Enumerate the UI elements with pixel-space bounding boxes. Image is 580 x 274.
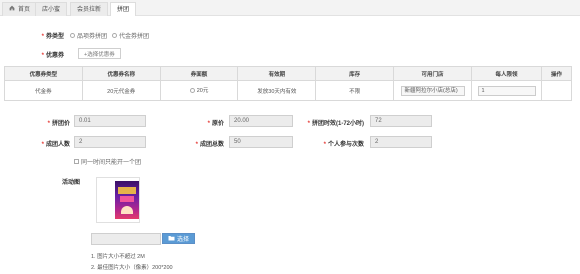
radio-circle-icon[interactable] <box>189 87 195 93</box>
column-header: 优惠券名称 <box>81 66 161 81</box>
image-path-field[interactable] <box>91 233 161 245</box>
coupon-amount-cell: 20元 <box>159 80 239 101</box>
group-time-label: * 拼团时效(1-72小时) <box>307 121 364 127</box>
activity-image-label: 活动图 <box>61 180 80 186</box>
choose-image-button[interactable]: 选择 <box>162 233 196 244</box>
tab-member-acquisition[interactable]: 会员拉新 <box>70 2 109 16</box>
per-person-limit-input[interactable]: 1 <box>477 85 536 96</box>
tab-shop-assistant[interactable]: 店小蜜 <box>35 2 68 16</box>
coupon-store-cell: 新疆阿拉尔小店(总店) <box>393 80 473 101</box>
column-header: 优惠券类型 <box>4 66 83 81</box>
tab-label: 会员拉新 <box>77 6 102 13</box>
coupon-table: 优惠券类型 优惠券名称 券面额 有效期 库存 可用门店 每人限领 操作 代金券 … <box>4 66 572 101</box>
group-size-input[interactable]: 2 <box>74 136 146 148</box>
group-price-input[interactable]: 0.01 <box>74 115 146 127</box>
coupon-action-cell <box>541 80 572 101</box>
column-header: 有效期 <box>237 66 317 81</box>
folder-icon <box>168 235 175 243</box>
coupon-validity-cell: 发放30天内有效 <box>237 80 317 101</box>
original-price-input[interactable]: 20.00 <box>229 115 293 127</box>
coupon-stock-cell: 不限 <box>315 80 395 101</box>
coupon-type-label: * 券类型 <box>41 34 64 40</box>
tab-bar: 首页 店小蜜 会员拉新 拼团 <box>0 0 580 16</box>
tab-label: 首页 <box>18 6 31 13</box>
column-header: 券面额 <box>159 66 239 81</box>
per-person-label: * 个人参与次数 <box>323 142 364 148</box>
column-header: 操作 <box>541 66 572 81</box>
column-header: 可用门店 <box>393 66 473 81</box>
single-group-checkbox[interactable]: 同一时间只能开一个团 <box>74 157 141 166</box>
radio-circle-icon <box>112 33 117 38</box>
coupon-name-cell: 20元代金券 <box>81 80 161 101</box>
original-price-label: * 原价 <box>207 121 224 127</box>
tab-label: 店小蜜 <box>42 6 61 13</box>
home-icon <box>9 3 15 17</box>
column-header: 每人限领 <box>471 66 542 81</box>
group-time-input[interactable]: 72 <box>370 115 432 127</box>
total-groups-input[interactable]: 50 <box>229 136 293 148</box>
poster-image <box>115 181 139 219</box>
tab-home[interactable]: 首页 <box>2 2 38 17</box>
coupon-limit-cell: 1 <box>471 80 542 101</box>
note-dimensions: 2. 最佳图片大小（像素）200*200 <box>91 265 173 271</box>
note-size: 1. 图片大小不超过 2M <box>91 254 145 260</box>
column-header: 库存 <box>315 66 395 81</box>
store-field[interactable]: 新疆阿拉尔小店(总店) <box>400 85 465 96</box>
group-size-label: * 成团人数 <box>41 142 70 148</box>
coupon-label: * 优惠券 <box>41 53 64 59</box>
tab-label: 拼团 <box>117 6 130 13</box>
per-person-input[interactable]: 2 <box>370 136 432 148</box>
select-coupon-button[interactable]: +选择优惠券 <box>78 48 121 59</box>
total-groups-label: * 成团总数 <box>195 142 224 148</box>
tab-group-buy[interactable]: 拼团 <box>110 2 137 16</box>
activity-image-preview <box>96 177 140 223</box>
radio-item-group[interactable]: 品项券拼团 <box>70 31 107 40</box>
coupon-type-cell: 代金券 <box>4 80 83 101</box>
table-header-row: 优惠券类型 优惠券名称 券面额 有效期 库存 可用门店 每人限领 操作 <box>4 66 572 81</box>
radio-circle-icon <box>70 33 75 38</box>
checkbox-icon <box>74 159 79 164</box>
table-row: 代金券 20元代金券 20元 发放30天内有效 不限 新疆阿拉尔小店(总店) 1 <box>4 80 572 101</box>
group-price-label: * 拼团价 <box>47 121 70 127</box>
radio-voucher-group[interactable]: 代金券拼团 <box>112 31 149 40</box>
